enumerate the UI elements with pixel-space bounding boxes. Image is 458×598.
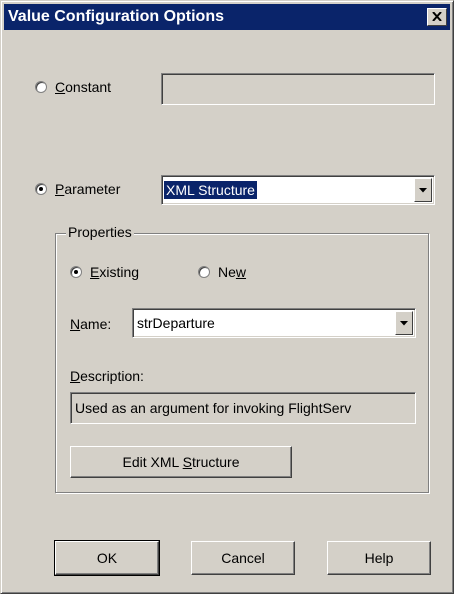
name-value: strDeparture — [137, 315, 215, 331]
constant-radio[interactable]: Constant — [35, 79, 111, 95]
properties-group: Properties Existing New Name: strDepartu… — [55, 224, 429, 493]
parameter-type-dropdown-button[interactable] — [414, 178, 432, 202]
constant-value-field — [161, 73, 435, 105]
existing-radio-label: Existing — [90, 264, 140, 280]
dialog-title: Value Configuration Options — [8, 8, 224, 25]
cancel-label: Cancel — [221, 550, 265, 566]
name-label: Name: — [70, 316, 112, 332]
new-radio-label: New — [218, 264, 247, 280]
chevron-down-icon — [419, 187, 427, 192]
description-value: Used as an argument for invoking FlightS… — [75, 400, 352, 416]
ok-button[interactable]: OK — [54, 540, 160, 576]
title-bar: Value Configuration Options — [4, 4, 450, 30]
name-dropdown[interactable]: strDeparture — [132, 308, 416, 338]
parameter-type-value: XML Structure — [163, 180, 258, 200]
parameter-radio[interactable]: Parameter — [35, 181, 120, 197]
help-button[interactable]: Help — [327, 541, 431, 575]
ok-label: OK — [96, 550, 118, 566]
new-radio-dot[interactable] — [198, 266, 210, 278]
description-label: Description: — [70, 368, 144, 384]
constant-radio-dot[interactable] — [35, 81, 47, 93]
new-radio[interactable]: New — [198, 264, 246, 280]
existing-radio[interactable]: Existing — [70, 264, 139, 280]
close-button[interactable] — [427, 8, 447, 26]
description-field: Used as an argument for invoking FlightS… — [70, 392, 416, 424]
constant-radio-label: Constant — [55, 79, 112, 95]
help-label: Help — [364, 550, 394, 566]
edit-xml-structure-button[interactable]: Edit XML Structure — [70, 446, 292, 478]
name-dropdown-button[interactable] — [395, 311, 413, 335]
edit-xml-structure-label: Edit XML Structure — [122, 454, 240, 470]
properties-legend: Properties — [66, 224, 134, 240]
close-icon — [432, 12, 442, 21]
value-configuration-dialog: Value Configuration Options Constant Par… — [0, 0, 454, 594]
existing-radio-dot[interactable] — [70, 266, 82, 278]
cancel-button[interactable]: Cancel — [191, 541, 295, 575]
parameter-type-dropdown[interactable]: XML Structure — [161, 175, 435, 205]
chevron-down-icon — [400, 320, 408, 325]
parameter-radio-label: Parameter — [55, 181, 121, 197]
parameter-radio-dot[interactable] — [35, 183, 47, 195]
